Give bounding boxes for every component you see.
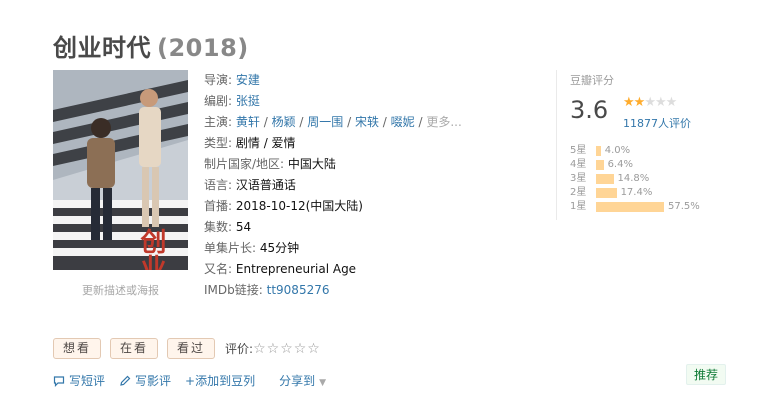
poster-image[interactable]: 创业时代: [53, 70, 188, 270]
rating-votes-link[interactable]: 11877人评价: [623, 115, 691, 131]
rating-stars-icon: ★★★★★: [623, 95, 678, 110]
page-title: 创业时代 (2018): [53, 28, 249, 63]
rating-bar: [596, 160, 604, 170]
rating-bar: [596, 202, 664, 212]
my-rating-label: 评价:: [225, 342, 254, 356]
rating-bar-row: 2星 17.4%: [570, 186, 700, 200]
poster-art: 创业时代: [53, 70, 188, 270]
rating-bar-percent: 6.4%: [607, 159, 633, 170]
write-review-link[interactable]: 写影评: [119, 372, 171, 389]
rating-bar: [596, 188, 617, 198]
genre-row: 类型: 剧情 / 爱情: [204, 136, 296, 150]
pencil-icon: [120, 375, 131, 386]
cast-row: 主演: 黄轩 / 杨颖 / 周一围 / 宋轶 / 啜妮 / 更多...: [204, 115, 462, 129]
recommend-button[interactable]: 推荐: [686, 364, 727, 385]
rating-label: 豆瓣评分: [570, 74, 614, 87]
writer-row: 编剧: 张挺: [204, 94, 260, 108]
imdb-row: IMDb链接: tt9085276: [204, 283, 330, 297]
rate-stars-icon[interactable]: ☆☆☆☆☆: [253, 341, 321, 357]
star-icon: ★: [623, 95, 635, 110]
rating-bar-row: 4星 6.4%: [570, 158, 700, 172]
star-icon: ★: [633, 95, 646, 110]
rating-bar-percent: 14.8%: [617, 173, 650, 184]
aka-row: 又名: Entrepreneurial Age: [204, 262, 357, 276]
genre-value: 剧情 / 爱情: [235, 136, 296, 150]
star-icon: ★: [665, 95, 678, 110]
update-poster-link[interactable]: 更新描述或海报: [53, 282, 188, 298]
rating-bar-label: 4星: [570, 159, 587, 170]
cast-link[interactable]: 啜妮: [391, 115, 415, 129]
premiere-value: 2018-10-12(中国大陆): [235, 199, 363, 213]
rating-bar: [596, 174, 614, 184]
rating-bar-label: 5星: [570, 145, 587, 156]
poster-title-text: 创业时代: [136, 228, 167, 270]
cast-link[interactable]: 宋轶: [355, 115, 379, 129]
director-row: 导演: 安建: [204, 73, 260, 87]
imdb-link[interactable]: tt9085276: [267, 283, 330, 297]
rating-bar: [596, 146, 601, 156]
my-rating: 评价:☆☆☆☆☆: [225, 340, 321, 357]
rating-bar-percent: 17.4%: [620, 187, 653, 198]
rating-bar-row: 3星 14.8%: [570, 172, 700, 186]
director-link[interactable]: 安建: [236, 73, 260, 87]
rating-bar-percent: 57.5%: [668, 201, 700, 212]
rating-panel: 豆瓣评分 3.6 ★★★★★ 11877人评价 5星 4.0% 4星 6.4% 3星 14…: [556, 70, 728, 220]
country-value: 中国大陆: [287, 157, 336, 171]
rating-distribution: 5星 4.0% 4星 6.4% 3星 14.8% 2星 17.4% 1星 57.5%: [570, 144, 700, 214]
country-row: 制片国家/地区: 中国大陆: [204, 157, 336, 171]
title-name: 创业时代: [53, 34, 151, 62]
writer-link[interactable]: 张挺: [236, 94, 260, 108]
episodes-row: 集数: 54: [204, 220, 252, 234]
short-review-link[interactable]: 写短评: [53, 372, 105, 389]
rating-bar-label: 1星: [570, 201, 587, 212]
aka-value: Entrepreneurial Age: [235, 262, 357, 276]
language-row: 语言: 汉语普通话: [204, 178, 296, 192]
watching-button[interactable]: 在看: [110, 338, 159, 359]
rating-bar-row: 5星 4.0%: [570, 144, 700, 158]
star-icon: ★: [654, 95, 667, 110]
cast-link[interactable]: 周一围: [307, 115, 343, 129]
info-panel: 导演: 安建 编剧: 张挺 主演: 黄轩 / 杨颖 / 周一围 / 宋轶 / 啜…: [204, 70, 524, 301]
runtime-row: 单集片长: 45分钟: [204, 241, 300, 255]
premiere-row: 首播: 2018-10-12(中国大陆): [204, 199, 363, 213]
add-to-list-link[interactable]: +添加到豆列: [185, 372, 255, 389]
rating-bar-label: 2星: [570, 187, 587, 198]
rating-bar-row: 1星 57.5%: [570, 200, 700, 214]
star-icon: ★: [644, 95, 656, 110]
cast-link[interactable]: 杨颖: [272, 115, 296, 129]
want-button[interactable]: 想看: [53, 338, 102, 359]
title-year: (2018): [157, 34, 249, 62]
rating-bar-label: 3星: [570, 173, 587, 184]
episodes-value: 54: [235, 220, 252, 234]
action-buttons: 想看 在看 看过 评价:☆☆☆☆☆: [53, 338, 321, 359]
comment-icon: [53, 375, 65, 387]
cast-more-link[interactable]: 更多...: [426, 115, 461, 129]
rating-score: 3.6: [570, 96, 609, 124]
runtime-value: 45分钟: [259, 241, 300, 255]
cast-link[interactable]: 黄轩: [236, 115, 260, 129]
caret-down-icon: ▼: [319, 378, 327, 388]
language-value: 汉语普通话: [235, 178, 296, 192]
watched-button[interactable]: 看过: [167, 338, 216, 359]
share-link[interactable]: 分享到 ▼: [279, 372, 326, 389]
rating-bar-percent: 4.0%: [604, 145, 631, 156]
action-links: 写短评 写影评 +添加到豆列 分享到 ▼: [53, 372, 326, 389]
